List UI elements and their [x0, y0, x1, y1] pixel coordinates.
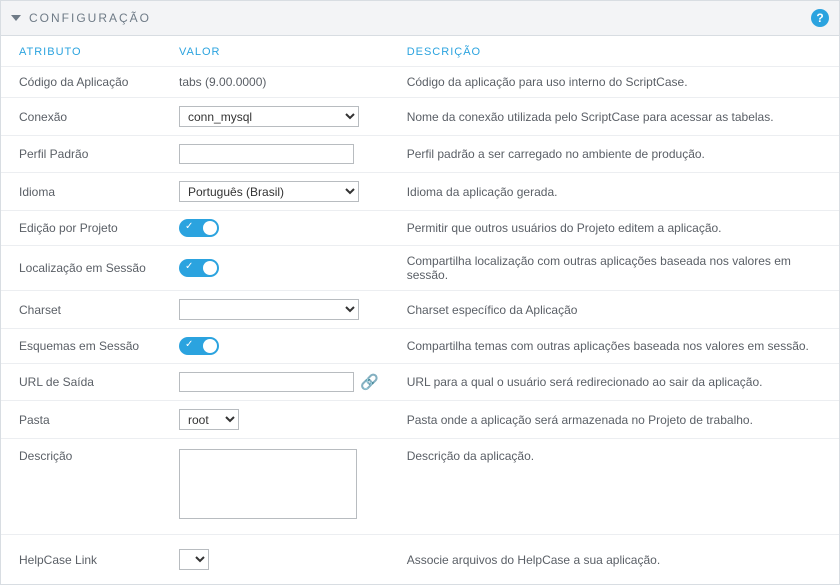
configuration-table: ATRIBUTO VALOR DESCRIÇÃO Código da Aplic… [1, 36, 839, 584]
row-connection: Conexão conn_mysql Nome da conexão utili… [1, 98, 839, 136]
description-textarea[interactable] [179, 449, 357, 519]
helpcase-select[interactable] [179, 549, 209, 570]
label-edit-by-project: Edição por Projeto [1, 211, 161, 246]
label-connection: Conexão [1, 98, 161, 136]
header-attribute: ATRIBUTO [1, 36, 161, 67]
desc-charset: Charset específico da Aplicação [389, 291, 839, 329]
exit-url-input[interactable] [179, 372, 354, 392]
connection-select[interactable]: conn_mysql [179, 106, 359, 127]
desc-connection: Nome da conexão utilizada pelo ScriptCas… [389, 98, 839, 136]
desc-session-themes: Compartilha temas com outras aplicações … [389, 329, 839, 364]
desc-language: Idioma da aplicação gerada. [389, 173, 839, 211]
row-language: Idioma Português (Brasil) Idioma da apli… [1, 173, 839, 211]
label-language: Idioma [1, 173, 161, 211]
desc-exit-url: URL para a qual o usuário será redirecio… [389, 364, 839, 401]
label-session-localization: Localização em Sessão [1, 246, 161, 291]
row-edit-by-project: Edição por Projeto Permitir que outros u… [1, 211, 839, 246]
panel-header: CONFIGURAÇÃO ? [1, 1, 839, 36]
desc-folder: Pasta onde a aplicação será armazenada n… [389, 401, 839, 439]
label-folder: Pasta [1, 401, 161, 439]
desc-helpcase: Associe arquivos do HelpCase a sua aplic… [389, 535, 839, 585]
label-default-profile: Perfil Padrão [1, 136, 161, 173]
session-themes-toggle[interactable] [179, 337, 219, 355]
value-app-code: tabs (9.00.0000) [161, 67, 389, 98]
desc-session-localization: Compartilha localização com outras aplic… [389, 246, 839, 291]
row-charset: Charset Charset específico da Aplicação [1, 291, 839, 329]
row-description: Descrição Descrição da aplicação. [1, 439, 839, 535]
folder-select[interactable]: root [179, 409, 239, 430]
session-localization-toggle[interactable] [179, 259, 219, 277]
row-app-code: Código da Aplicação tabs (9.00.0000) Cód… [1, 67, 839, 98]
configuration-panel: CONFIGURAÇÃO ? ATRIBUTO VALOR DESCRIÇÃO … [0, 0, 840, 585]
label-session-themes: Esquemas em Sessão [1, 329, 161, 364]
desc-edit-by-project: Permitir que outros usuários do Projeto … [389, 211, 839, 246]
desc-default-profile: Perfil padrão a ser carregado no ambient… [389, 136, 839, 173]
desc-description: Descrição da aplicação. [389, 439, 839, 535]
default-profile-input[interactable] [179, 144, 354, 164]
desc-app-code: Código da aplicação para uso interno do … [389, 67, 839, 98]
row-session-localization: Localização em Sessão Compartilha locali… [1, 246, 839, 291]
row-folder: Pasta root Pasta onde a aplicação será a… [1, 401, 839, 439]
row-exit-url: URL de Saída 🔗 URL para a qual o usuário… [1, 364, 839, 401]
language-select[interactable]: Português (Brasil) [179, 181, 359, 202]
row-default-profile: Perfil Padrão Perfil padrão a ser carreg… [1, 136, 839, 173]
header-description: DESCRIÇÃO [389, 36, 839, 67]
link-icon[interactable]: 🔗 [360, 373, 379, 391]
header-value: VALOR [161, 36, 389, 67]
charset-select[interactable] [179, 299, 359, 320]
label-description: Descrição [1, 439, 161, 535]
label-charset: Charset [1, 291, 161, 329]
row-session-themes: Esquemas em Sessão Compartilha temas com… [1, 329, 839, 364]
help-icon[interactable]: ? [811, 9, 829, 27]
edit-by-project-toggle[interactable] [179, 219, 219, 237]
panel-title: CONFIGURAÇÃO [29, 11, 151, 25]
label-helpcase: HelpCase Link [1, 535, 161, 585]
row-helpcase: HelpCase Link Associe arquivos do HelpCa… [1, 535, 839, 585]
collapse-caret-icon[interactable] [11, 15, 21, 21]
label-app-code: Código da Aplicação [1, 67, 161, 98]
label-exit-url: URL de Saída [1, 364, 161, 401]
